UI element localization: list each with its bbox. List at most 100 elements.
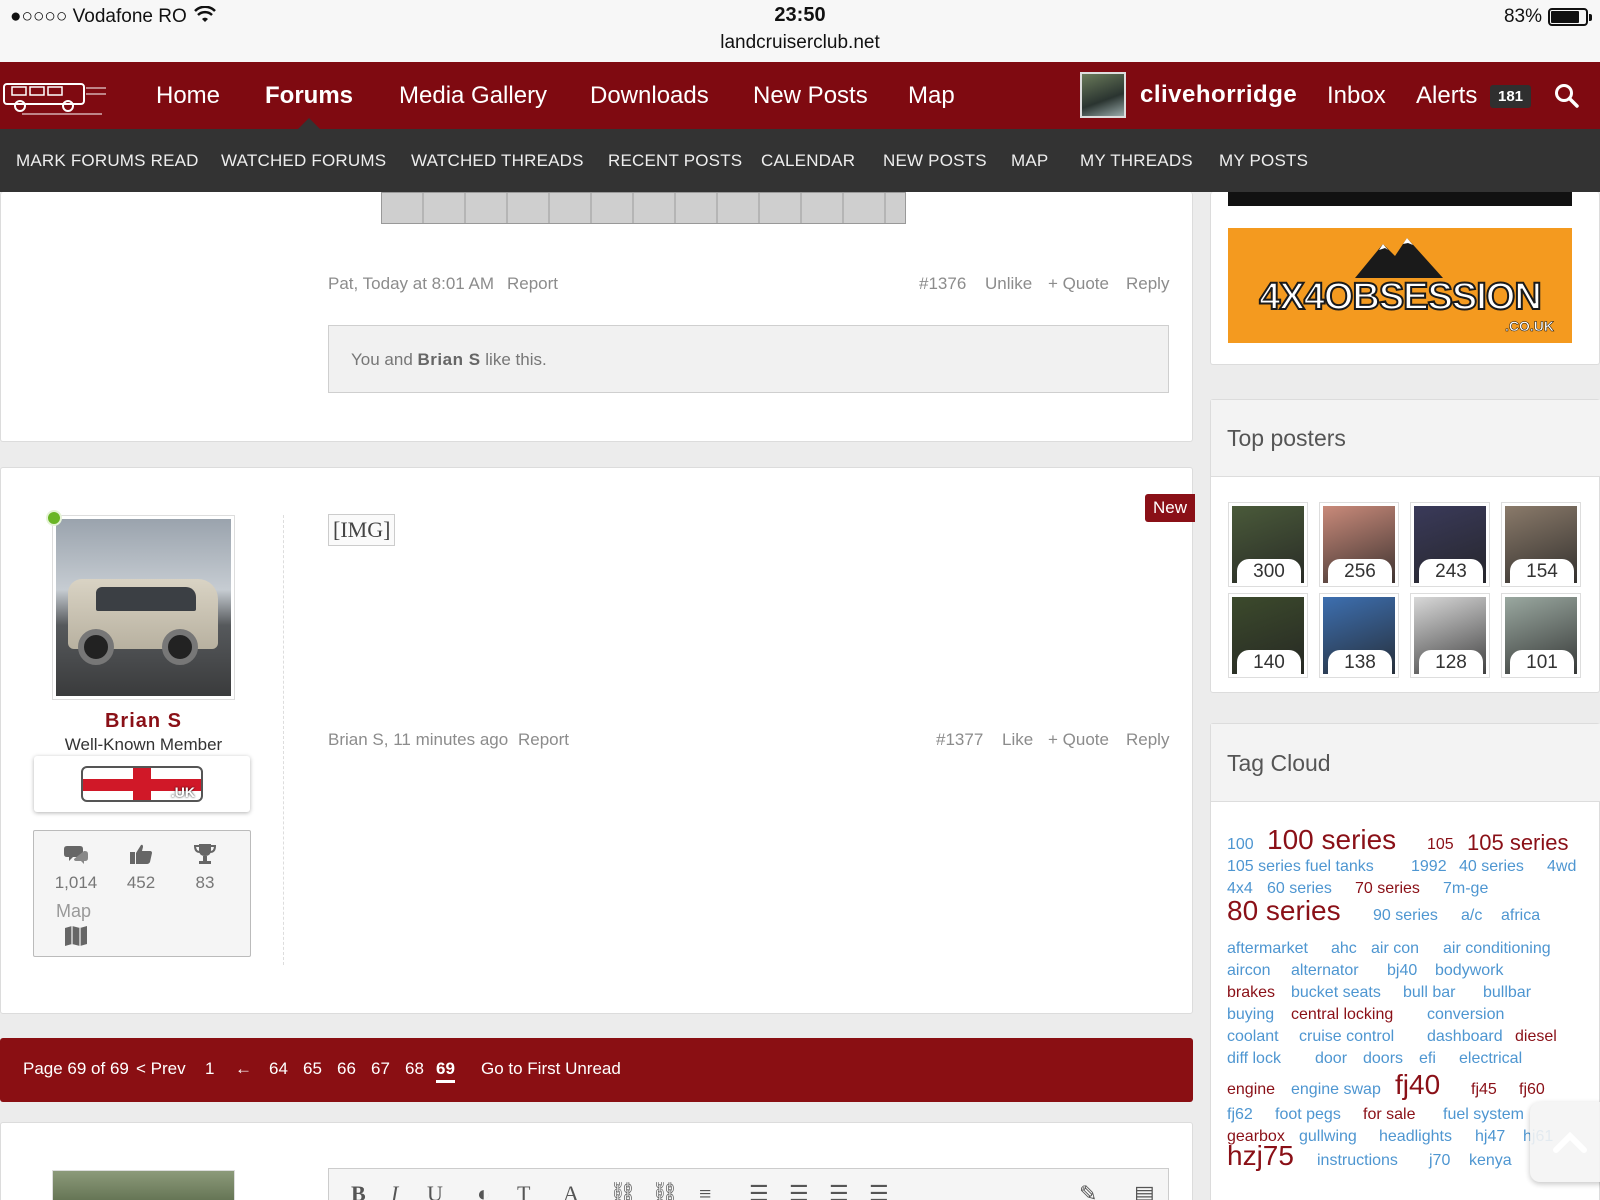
tag-link[interactable]: aftermarket [1227,940,1308,958]
tag-link[interactable]: 1992 [1411,858,1447,876]
search-icon[interactable] [1554,83,1580,109]
tag-link[interactable]: 100 series [1267,824,1396,856]
tag-link[interactable]: 90 series [1373,907,1438,925]
nav-downloads[interactable]: Downloads [590,82,709,110]
tag-link[interactable]: buying [1227,1006,1274,1024]
post-number[interactable]: #1376 [919,274,966,294]
font-family-icon[interactable]: A [563,1181,579,1200]
align-icon[interactable]: ≡ [699,1181,711,1200]
tag-link[interactable]: instructions [1317,1152,1398,1170]
4x4obsession-ad[interactable]: 4X4OBSESSION .CO.UK [1228,228,1572,343]
tag-link[interactable]: hj47 [1475,1128,1505,1146]
nav-inbox[interactable]: Inbox [1327,82,1386,110]
tag-link[interactable]: africa [1501,907,1540,925]
address-bar[interactable]: landcruiserclub.net [0,32,1600,54]
page-link-67[interactable]: 67 [371,1059,390,1079]
page-jump-arrow[interactable]: ← [235,1059,252,1079]
tag-link[interactable]: 105 series fuel tanks [1227,858,1374,876]
nav-map[interactable]: Map [908,82,955,110]
tag-link[interactable]: j70 [1429,1152,1450,1170]
tag-link[interactable]: diesel [1515,1028,1557,1046]
source-icon[interactable]: ▤ [1134,1181,1155,1200]
tag-link[interactable]: air con [1371,940,1419,958]
prev-page-link[interactable]: < Prev [136,1059,186,1079]
post-author-time[interactable]: Brian S, 11 minutes ago [328,730,508,750]
tag-link[interactable]: a/c [1461,907,1482,925]
page-link-65[interactable]: 65 [303,1059,322,1079]
subnav-mark-forums-read[interactable]: MARK FORUMS READ [16,151,199,171]
top-poster-6[interactable]: 138 [1319,593,1399,678]
tag-link[interactable]: fj60 [1519,1081,1545,1099]
tag-link[interactable]: dashboard [1427,1028,1503,1046]
report-link[interactable]: Report [518,730,569,750]
link-icon[interactable]: ⛓ [609,1181,637,1200]
user-avatar[interactable] [1080,72,1126,118]
tag-link[interactable]: ahc [1331,940,1357,958]
indent-icon[interactable]: ☰ [869,1181,889,1200]
site-logo[interactable] [2,76,108,116]
top-poster-1[interactable]: 300 [1228,502,1308,587]
report-link[interactable]: Report [507,274,558,294]
tag-link[interactable]: hzj75 [1227,1140,1294,1172]
tag-link[interactable]: kenya [1469,1152,1512,1170]
subnav-map[interactable]: MAP [1011,151,1048,171]
top-poster-3[interactable]: 243 [1410,502,1490,587]
tag-link[interactable]: fj40 [1395,1069,1440,1101]
tag-link[interactable]: door [1315,1050,1347,1068]
unlink-icon[interactable]: ⛓ [651,1181,679,1200]
top-poster-2[interactable]: 256 [1319,502,1399,587]
subnav-recent-posts[interactable]: RECENT POSTS [608,151,742,171]
page-link-66[interactable]: 66 [337,1059,356,1079]
tag-link[interactable]: 4wd [1547,858,1576,876]
nav-alerts[interactable]: Alerts [1416,82,1477,110]
reply-link[interactable]: Reply [1126,730,1169,750]
top-poster-5[interactable]: 140 [1228,593,1308,678]
quote-link[interactable]: + Quote [1048,274,1109,294]
subnav-watched-forums[interactable]: WATCHED FORUMS [221,151,386,171]
tag-link[interactable]: bull bar [1403,984,1455,1002]
tag-link[interactable]: bucket seats [1291,984,1381,1002]
tag-link[interactable]: electrical [1459,1050,1522,1068]
tag-link[interactable]: alternator [1291,962,1359,980]
tag-link[interactable]: bullbar [1483,984,1531,1002]
top-poster-8[interactable]: 101 [1501,593,1581,678]
subnav-my-threads[interactable]: MY THREADS [1080,151,1193,171]
post-number[interactable]: #1377 [936,730,983,750]
font-size-icon[interactable]: T [517,1181,530,1200]
tag-link[interactable]: engine [1227,1081,1275,1099]
subnav-watched-threads[interactable]: WATCHED THREADS [411,151,584,171]
nav-forums[interactable]: Forums [265,82,353,110]
tag-link[interactable]: 80 series [1227,895,1341,927]
unlike-link[interactable]: Unlike [985,274,1032,294]
page-current[interactable]: 69 [436,1059,455,1083]
tag-link[interactable]: coolant [1227,1028,1279,1046]
italic-icon[interactable]: I [391,1181,398,1200]
tag-link[interactable]: engine swap [1291,1081,1381,1099]
top-poster-4[interactable]: 154 [1501,502,1581,587]
scroll-to-top-button[interactable] [1530,1102,1600,1182]
tag-link[interactable]: brakes [1227,984,1275,1002]
user-avatar-large[interactable] [52,515,235,700]
tag-link[interactable]: foot pegs [1275,1106,1341,1124]
tag-link[interactable]: cruise control [1299,1028,1394,1046]
post-author-time[interactable]: Pat, Today at 8:01 AM [328,274,494,294]
remove-format-icon[interactable]: ✎ [1079,1181,1097,1200]
numbered-list-icon[interactable]: ☰ [789,1181,809,1200]
bold-icon[interactable]: B [351,1181,366,1200]
nav-new-posts[interactable]: New Posts [753,82,868,110]
top-poster-7[interactable]: 128 [1410,593,1490,678]
tag-link[interactable]: gullwing [1299,1128,1357,1146]
tag-link[interactable]: efi [1419,1050,1436,1068]
tag-link[interactable]: fj62 [1227,1106,1253,1124]
tag-link[interactable]: central locking [1291,1006,1393,1024]
nav-media-gallery[interactable]: Media Gallery [399,82,547,110]
tag-link[interactable]: doors [1363,1050,1403,1068]
subnav-my-posts[interactable]: MY POSTS [1219,151,1308,171]
tag-link[interactable]: diff lock [1227,1050,1281,1068]
underline-icon[interactable]: U [427,1181,443,1200]
subnav-calendar[interactable]: CALENDAR [761,151,855,171]
bullet-list-icon[interactable]: ☰ [749,1181,769,1200]
tag-link[interactable]: for sale [1363,1106,1415,1124]
tag-link[interactable]: 105 series [1467,830,1569,856]
map-icon[interactable] [64,925,88,947]
